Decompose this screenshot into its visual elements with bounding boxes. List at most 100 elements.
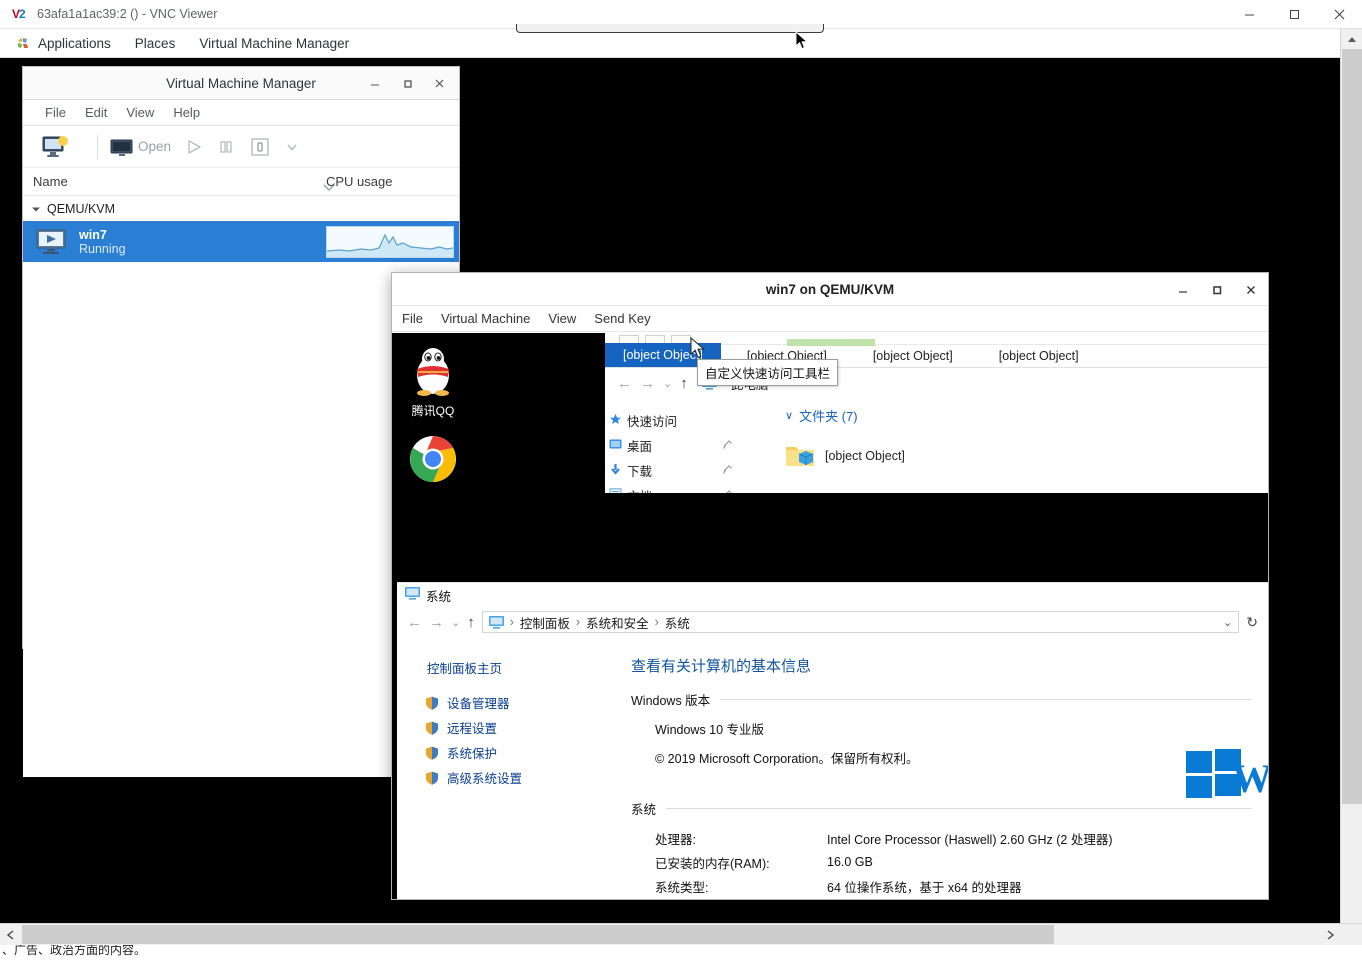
explorer-up-button[interactable]: ↑ bbox=[680, 375, 688, 392]
vmm-column-cpu-usage[interactable]: CPU usage bbox=[326, 174, 392, 189]
vm-monitor-icon bbox=[35, 229, 69, 255]
vmm-run-button[interactable] bbox=[185, 138, 203, 156]
system-window-titlebar: 系统 bbox=[397, 583, 1268, 607]
vmm-open-button[interactable]: Open bbox=[110, 139, 171, 156]
vmm-close-button[interactable] bbox=[423, 67, 455, 100]
scroll-left-arrow-icon[interactable] bbox=[0, 924, 20, 945]
vnc-toolbar-tab[interactable] bbox=[516, 24, 824, 33]
vnc-close-button[interactable] bbox=[1317, 0, 1362, 29]
system-crumb-system[interactable]: 系统 bbox=[665, 613, 690, 632]
system-row-processor-label: 处理器: bbox=[655, 832, 696, 847]
explorer-back-button[interactable]: ← bbox=[617, 375, 632, 392]
system-info-pane: 查看有关计算机的基本信息 Windows 版本 Windows 10 专业版 ©… bbox=[613, 637, 1268, 899]
folder-3d-objects-icon bbox=[786, 447, 814, 466]
ribbon-tab-drive-tools[interactable]: [object Object] bbox=[987, 345, 1091, 367]
vertical-scrollbar-thumb[interactable] bbox=[1342, 49, 1362, 804]
system-link-device-manager[interactable]: 设备管理器 bbox=[397, 690, 613, 715]
vm-console-menu-view[interactable]: View bbox=[548, 311, 576, 326]
system-address-dropdown-icon[interactable]: ⌄ bbox=[1223, 616, 1232, 629]
system-link-control-panel-home[interactable]: 控制面板主页 bbox=[397, 655, 613, 680]
explorer-item-3d-objects[interactable]: [object Object] bbox=[785, 431, 1035, 481]
scroll-up-arrow-icon[interactable] bbox=[1341, 29, 1362, 49]
page-vertical-scrollbar[interactable] bbox=[1340, 29, 1362, 938]
vnc-logo-n: 2 bbox=[19, 6, 26, 21]
page-horizontal-scrollbar[interactable] bbox=[0, 923, 1362, 945]
gnome-menu-applications[interactable]: Applications bbox=[26, 29, 123, 58]
vmm-column-header: Name CPU usage bbox=[23, 168, 459, 196]
system-link-advanced-settings[interactable]: 高级系统设置 bbox=[397, 765, 613, 790]
vmm-shutdown-dropdown[interactable] bbox=[285, 140, 299, 154]
system-forward-button[interactable]: → bbox=[429, 614, 444, 631]
system-task-links: 控制面板主页 设备管理器 远程设置 系统保护 高级系统设置 bbox=[397, 637, 613, 899]
vmm-menu-file[interactable]: File bbox=[45, 105, 66, 120]
nav-item-quick-access[interactable]: 快速访问 bbox=[605, 408, 745, 433]
vm-name: win7 bbox=[79, 227, 107, 242]
vm-cpu-sparkline bbox=[326, 226, 454, 258]
vmm-vm-row-win7[interactable]: win7 Running bbox=[23, 221, 459, 262]
vmm-menu-view[interactable]: View bbox=[126, 105, 154, 120]
system-refresh-button[interactable]: ↻ bbox=[1246, 614, 1258, 631]
system-link-advanced-settings-label: 高级系统设置 bbox=[447, 772, 523, 786]
shield-icon bbox=[425, 771, 439, 785]
vmm-pause-button[interactable] bbox=[217, 138, 235, 156]
gnome-menu-places[interactable]: Places bbox=[123, 29, 188, 58]
vmm-menu-help[interactable]: Help bbox=[173, 105, 200, 120]
system-back-button[interactable]: ← bbox=[407, 614, 422, 631]
vm-console-close-button[interactable] bbox=[1234, 273, 1268, 306]
nav-item-desktop[interactable]: 桌面 bbox=[605, 433, 745, 458]
vmm-minimize-button[interactable] bbox=[359, 67, 391, 100]
vmm-column-name[interactable]: Name bbox=[23, 174, 68, 189]
vm-console-menu-file[interactable]: File bbox=[402, 311, 423, 326]
system-address-input[interactable]: › 控制面板 › 系统和安全 › 系统 ⌄ bbox=[481, 611, 1240, 633]
vnc-window-controls bbox=[1227, 0, 1362, 29]
system-body: 控制面板主页 设备管理器 远程设置 系统保护 高级系统设置 查看有关计算机的基本… bbox=[397, 637, 1268, 899]
explorer-item-3d-objects-label: [object Object] bbox=[825, 449, 905, 463]
system-section-system-label: 系统 bbox=[631, 803, 657, 817]
vmm-titlebar: Virtual Machine Manager bbox=[23, 67, 459, 100]
vmm-new-vm-button[interactable] bbox=[41, 135, 71, 159]
explorer-file-pane: ∨ 文件夹 (7) [object Object] bbox=[745, 398, 1268, 493]
system-up-button[interactable]: ↑ bbox=[467, 614, 475, 631]
group-expander-icon[interactable] bbox=[31, 202, 41, 216]
vmm-shutdown-button[interactable] bbox=[249, 137, 271, 157]
nav-item-downloads[interactable]: 下载 bbox=[605, 458, 745, 483]
desktop-icon-chrome[interactable] bbox=[398, 433, 468, 488]
desktop-icon-qq[interactable]: 腾讯QQ bbox=[398, 345, 468, 419]
system-link-system-protection[interactable]: 系统保护 bbox=[397, 740, 613, 765]
system-link-remote-settings[interactable]: 远程设置 bbox=[397, 715, 613, 740]
vm-console-menu-virtual-machine[interactable]: Virtual Machine bbox=[441, 311, 530, 326]
table-row: 笔和触控: 没有可用于此显示器的笔或触控输入 bbox=[655, 898, 1252, 899]
system-recent-locations-button[interactable]: ⌄ bbox=[451, 616, 460, 629]
vmm-maximize-button[interactable] bbox=[391, 67, 423, 100]
pin-icon-desktop[interactable] bbox=[722, 439, 733, 453]
explorer-item-videos[interactable]: [object Object] bbox=[785, 481, 1035, 493]
ribbon-tab-view[interactable]: [object Object] bbox=[861, 345, 965, 367]
vm-console-minimize-button[interactable] bbox=[1166, 273, 1200, 306]
pin-icon-downloads[interactable] bbox=[722, 464, 733, 478]
section-rule bbox=[666, 808, 1252, 809]
system-row-processor-value: Intel Core Processor (Haswell) 2.60 GHz … bbox=[827, 832, 1113, 847]
scroll-right-arrow-icon[interactable] bbox=[1320, 924, 1340, 945]
vm-console-menu-send-key[interactable]: Send Key bbox=[594, 311, 650, 326]
nav-item-documents-label: 文档 bbox=[627, 486, 652, 493]
nav-item-documents[interactable]: 文档 bbox=[605, 483, 745, 493]
chevron-down-icon[interactable]: ∨ bbox=[785, 409, 793, 422]
gnome-menu-virtual-machine-manager[interactable]: Virtual Machine Manager bbox=[187, 29, 361, 58]
system-link-remote-settings-label: 远程设置 bbox=[447, 722, 498, 736]
vmm-menu-edit[interactable]: Edit bbox=[85, 105, 107, 120]
system-crumb-system-and-security[interactable]: 系统和安全 bbox=[586, 613, 649, 632]
vm-console-maximize-button[interactable] bbox=[1200, 273, 1234, 306]
vnc-minimize-button[interactable] bbox=[1227, 0, 1272, 29]
explorer-forward-button[interactable]: → bbox=[640, 375, 655, 392]
vnc-maximize-button[interactable] bbox=[1272, 0, 1317, 29]
pin-icon-documents[interactable] bbox=[722, 489, 733, 493]
guest-desktop[interactable]: 腾讯QQ [object Object] [object Object] [ob… bbox=[392, 333, 1268, 899]
file-explorer-window: [object Object] [object Object] [object … bbox=[605, 333, 1268, 493]
explorer-items: [object Object] bbox=[745, 425, 1268, 493]
vmm-connection-group[interactable]: QEMU/KVM bbox=[23, 196, 459, 221]
horizontal-scrollbar-thumb[interactable] bbox=[22, 925, 1054, 944]
system-crumb-control-panel[interactable]: 控制面板 bbox=[520, 613, 570, 632]
system-link-device-manager-label: 设备管理器 bbox=[447, 697, 510, 711]
explorer-group-header-folders[interactable]: ∨ 文件夹 (7) bbox=[745, 406, 1268, 425]
explorer-recent-locations-button[interactable]: ⌄ bbox=[663, 377, 672, 390]
